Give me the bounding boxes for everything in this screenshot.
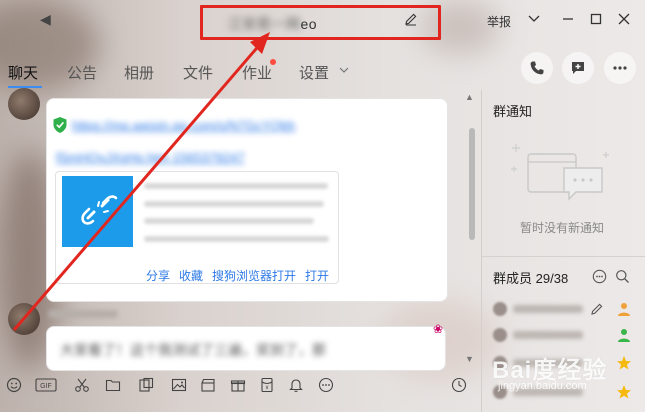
member-list-item[interactable]: [493, 302, 633, 322]
report-button[interactable]: 举报: [487, 13, 511, 30]
tab-album[interactable]: 相册: [124, 62, 154, 83]
tab-files[interactable]: 文件: [183, 62, 213, 83]
history-clock-icon[interactable]: [450, 376, 468, 394]
admin-badge-icon: [618, 329, 630, 342]
owner-badge-icon: [618, 303, 630, 316]
members-section-title: 群成员 29/38: [493, 268, 568, 287]
link-thumbnail: [62, 176, 133, 247]
sender-avatar[interactable]: [8, 303, 40, 335]
input-toolbar: GIF ¥: [0, 372, 480, 398]
close-button[interactable]: [612, 8, 636, 30]
edit-pencil-icon[interactable]: [590, 302, 604, 316]
divider: [482, 256, 645, 257]
message-link-url[interactable]: https://mp.weixin.qq.com/s/N7GcYQbh: [72, 116, 442, 136]
message-text[interactable]: 大家看了！这个我测试了三遍，奖到了，那: [60, 340, 326, 360]
card-text-line: [144, 218, 314, 224]
member-chat-icon[interactable]: [592, 269, 607, 284]
verified-shield-icon: [53, 117, 67, 133]
empty-notice-text: 暂时没有新通知: [520, 221, 605, 235]
sender-avatar[interactable]: [8, 88, 40, 120]
svg-text:¥: ¥: [266, 386, 269, 392]
message-link-url[interactable]: fSmHQxJXsHg.htm 1565379247: [56, 148, 356, 168]
member-name: [513, 331, 583, 339]
watermark-url: jingyan.baidu.com: [498, 380, 587, 392]
dropdown-chevron-icon[interactable]: [522, 8, 546, 30]
search-icon[interactable]: [615, 269, 630, 284]
avatar: [493, 302, 507, 316]
scissors-icon[interactable]: [73, 376, 91, 394]
bell-icon[interactable]: [287, 376, 305, 394]
sticker-icon: ❀: [433, 322, 444, 336]
card-text-line: [144, 236, 329, 242]
more-options-button[interactable]: [604, 52, 636, 84]
image-icon[interactable]: [170, 376, 188, 394]
scroll-down-arrow-icon[interactable]: ▼: [465, 354, 474, 364]
add-message-icon: [572, 62, 584, 74]
title-bar: ◀ 江安若一网eo 举报: [0, 0, 645, 40]
tab-announcement[interactable]: 公告: [67, 62, 97, 83]
annotation-highlight-box: [200, 5, 441, 40]
folder-icon[interactable]: [104, 376, 122, 394]
card-text-line: [144, 183, 328, 189]
gif-icon[interactable]: GIF: [35, 376, 57, 394]
call-button[interactable]: [521, 52, 553, 84]
scrollbar-thumb[interactable]: [469, 128, 475, 240]
member-name: [513, 305, 583, 313]
add-chat-button[interactable]: [562, 52, 594, 84]
tab-settings[interactable]: 设置: [299, 62, 329, 83]
more-dots-icon: [613, 66, 627, 70]
members-count: 29/38: [535, 271, 569, 286]
empty-notice-illustration-icon: [511, 144, 609, 201]
more-circle-icon[interactable]: [317, 376, 335, 394]
sender-name: [48, 310, 118, 318]
svg-text:GIF: GIF: [40, 383, 52, 390]
screenshot-icon[interactable]: [137, 376, 155, 394]
back-arrow-icon[interactable]: ◀: [40, 12, 52, 26]
scroll-up-arrow-icon[interactable]: ▲: [465, 92, 474, 102]
tab-chat[interactable]: 聊天: [8, 62, 38, 83]
gift-icon[interactable]: [229, 376, 247, 394]
maximize-button[interactable]: [584, 8, 608, 30]
share-action[interactable]: 分享: [146, 267, 170, 284]
open-in-browser-action[interactable]: 搜狗浏览器打开: [212, 267, 296, 284]
minimize-button[interactable]: [556, 8, 580, 30]
qq-group-chat-window: ◀ 江安若一网eo 举报 聊天 公告 相册 文件 作业 设置 https://m…: [0, 0, 645, 412]
clapperboard-icon[interactable]: [199, 376, 217, 394]
phone-icon: [530, 61, 544, 75]
baidu-jingyan-watermark: Bai度经验 jingyan.baidu.com: [492, 350, 642, 410]
member-list-item[interactable]: [493, 328, 633, 348]
chevron-down-icon[interactable]: [338, 64, 350, 76]
favorite-action[interactable]: 收藏: [179, 267, 203, 284]
avatar: [493, 328, 507, 342]
open-action[interactable]: 打开: [305, 267, 329, 284]
notice-section-title: 群通知: [493, 104, 533, 119]
emoji-icon[interactable]: [5, 376, 23, 394]
red-packet-icon[interactable]: ¥: [258, 376, 276, 394]
card-text-line: [144, 201, 324, 207]
tab-homework[interactable]: 作业: [242, 62, 272, 83]
new-dot-badge: [270, 59, 276, 65]
broken-link-icon: [80, 194, 117, 225]
members-label: 群成员: [493, 271, 533, 286]
